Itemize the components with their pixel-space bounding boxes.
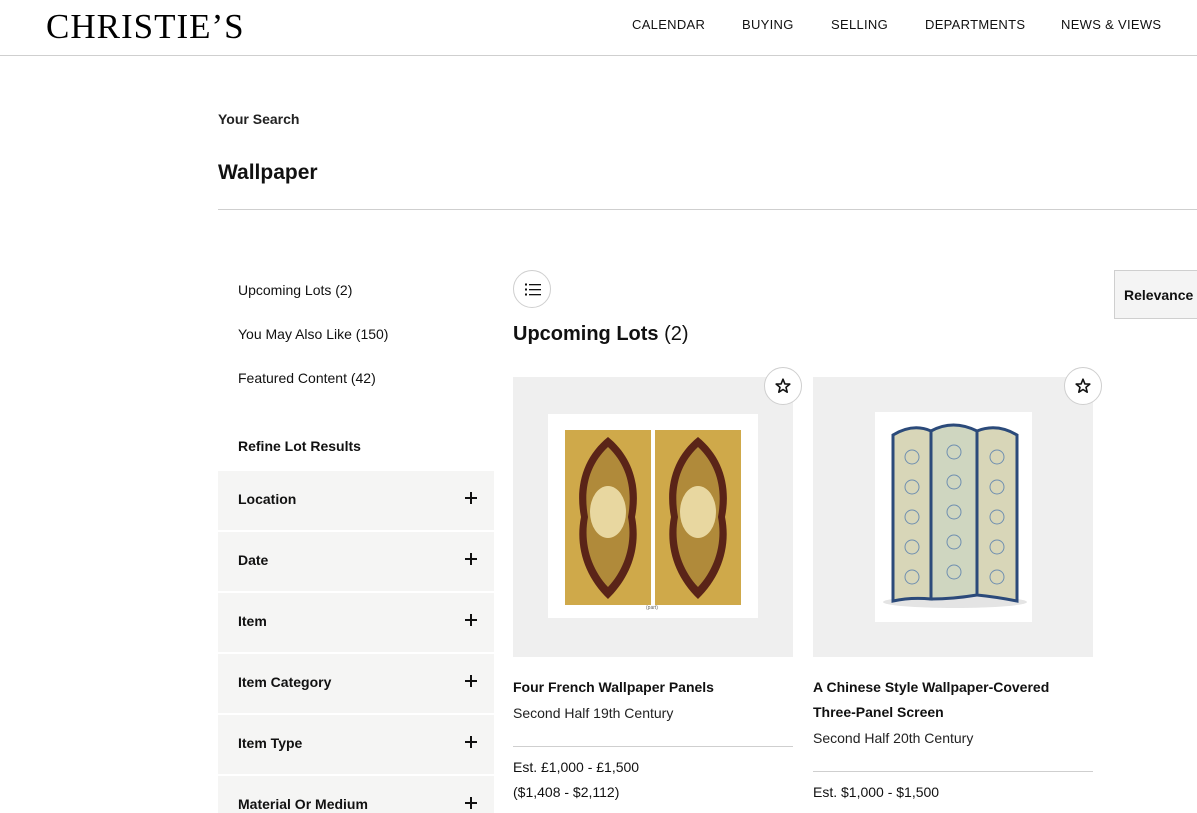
filter-date[interactable]: Date xyxy=(218,532,494,591)
results-title: Upcoming Lots xyxy=(513,323,659,345)
star-icon xyxy=(1075,378,1091,393)
lot-title-1[interactable]: Four French Wallpaper Panels xyxy=(513,675,783,700)
list-view-toggle[interactable] xyxy=(513,270,551,308)
plus-icon xyxy=(465,553,477,565)
results-count: (2) xyxy=(664,323,689,345)
lot-title-2[interactable]: A Chinese Style Wallpaper-Covered Three-… xyxy=(813,675,1083,725)
wallpaper-panels-image xyxy=(548,414,758,618)
favorite-button-2[interactable] xyxy=(1064,367,1102,405)
filter-label: Location xyxy=(238,491,297,507)
lot-subtitle-1: Second Half 19th Century xyxy=(513,705,674,721)
lot-divider xyxy=(813,771,1093,772)
lot-image-2[interactable] xyxy=(813,377,1093,657)
lot-estimate-1: Est. £1,000 - £1,500 xyxy=(513,759,640,775)
plus-icon xyxy=(465,736,477,748)
filter-label: Date xyxy=(238,552,269,568)
sidebar-link-upcoming-lots[interactable]: Upcoming Lots (2) xyxy=(238,282,352,298)
sort-label: Relevance xyxy=(1124,287,1194,303)
results-heading: Upcoming Lots (2) xyxy=(513,323,689,346)
filter-item-type[interactable]: Item Type xyxy=(218,715,494,774)
filter-location[interactable]: Location xyxy=(218,471,494,530)
lot-divider xyxy=(513,746,793,747)
filter-item[interactable]: Item xyxy=(218,593,494,652)
nav-departments[interactable]: DEPARTMENTS xyxy=(925,17,1025,33)
sidebar-link-you-may-also-like[interactable]: You May Also Like (150) xyxy=(238,326,388,342)
filter-label: Item Category xyxy=(238,674,332,690)
filter-label: Material Or Medium xyxy=(238,796,368,812)
filter-label: Item xyxy=(238,613,267,629)
sidebar-link-featured-content[interactable]: Featured Content (42) xyxy=(238,370,376,386)
nav-news-views[interactable]: NEWS & VIEWS xyxy=(1061,17,1161,33)
site-header: CHRISTIE’S CALENDAR BUYING SELLING DEPAR… xyxy=(0,0,1197,56)
your-search-label: Your Search xyxy=(218,111,300,127)
plus-icon xyxy=(465,492,477,504)
filter-label: Item Type xyxy=(238,735,303,751)
filter-material-or-medium[interactable]: Material Or Medium xyxy=(218,776,494,813)
divider xyxy=(218,209,1197,210)
list-icon xyxy=(525,283,541,296)
lot-title-line: Three-Panel Screen xyxy=(813,704,944,720)
nav-calendar[interactable]: CALENDAR xyxy=(632,17,705,33)
nav-selling[interactable]: SELLING xyxy=(831,17,888,33)
three-panel-screen-image xyxy=(875,412,1032,622)
plus-icon xyxy=(465,797,477,809)
lot-estimate-converted-1: ($1,408 - $2,112) xyxy=(513,784,620,800)
star-icon xyxy=(775,378,791,393)
plus-icon xyxy=(465,675,477,687)
favorite-button-1[interactable] xyxy=(764,367,802,405)
lot-image-1[interactable]: (part) xyxy=(513,377,793,657)
plus-icon xyxy=(465,614,477,626)
lot-subtitle-2: Second Half 20th Century xyxy=(813,730,974,746)
lot-estimate-2: Est. $1,000 - $1,500 xyxy=(813,784,940,800)
sort-dropdown[interactable]: Relevance xyxy=(1114,270,1197,319)
search-query: Wallpaper xyxy=(218,161,318,184)
refine-heading: Refine Lot Results xyxy=(238,438,361,454)
filter-item-category[interactable]: Item Category xyxy=(218,654,494,713)
nav-buying[interactable]: BUYING xyxy=(742,17,794,33)
lot-title-line: A Chinese Style Wallpaper-Covered xyxy=(813,679,1050,695)
image-caption: (part) xyxy=(646,605,658,611)
christies-logo[interactable]: CHRISTIE’S xyxy=(46,8,245,46)
